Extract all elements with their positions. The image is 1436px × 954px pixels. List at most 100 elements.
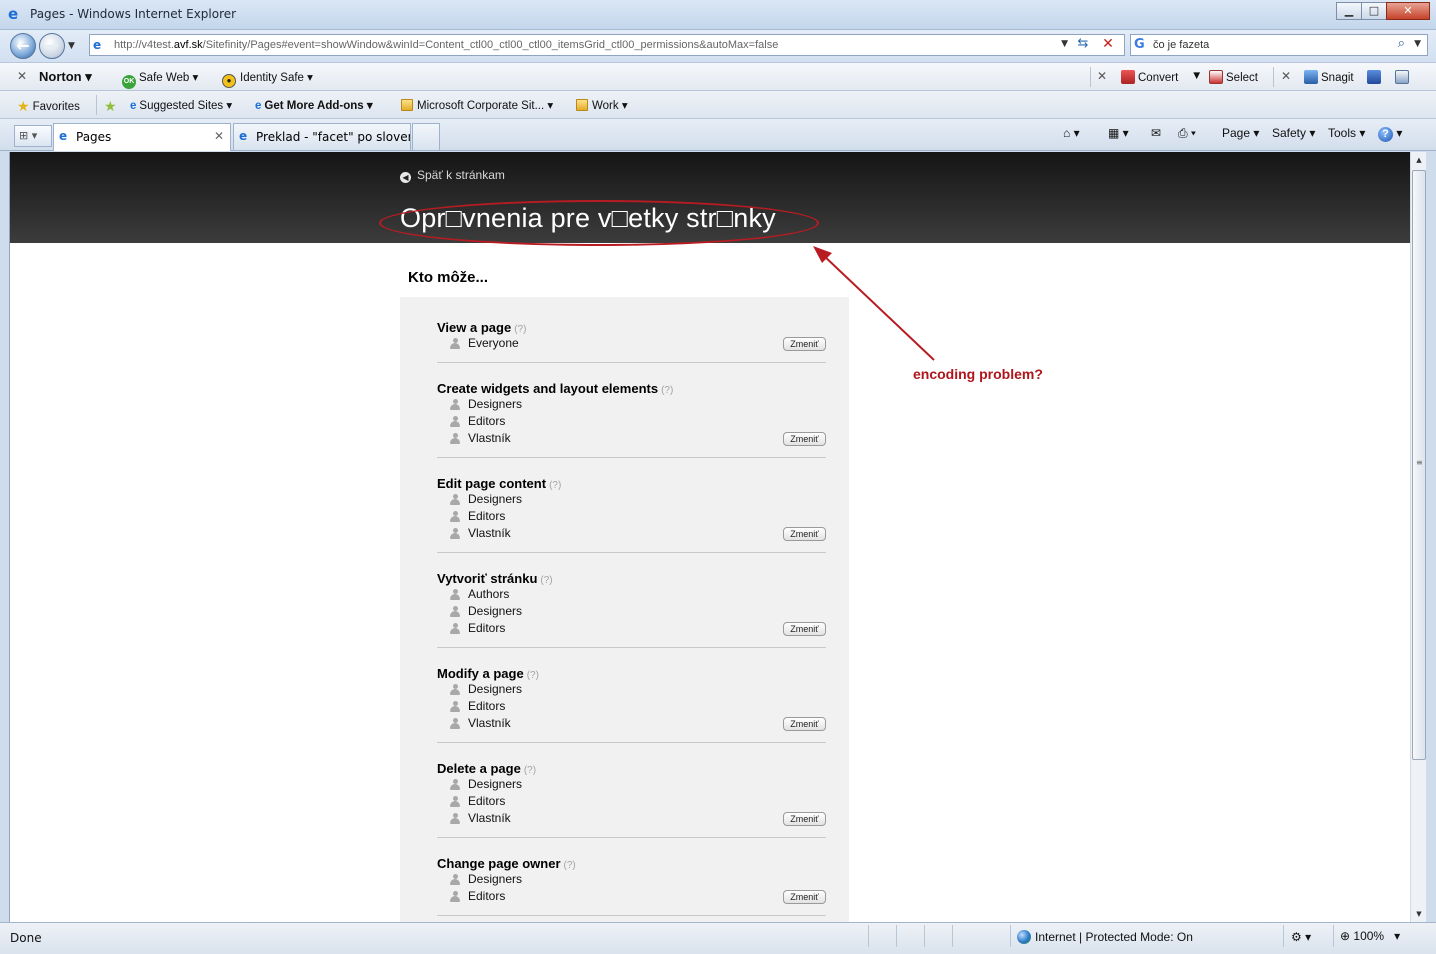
stop-icon[interactable]: ✕ xyxy=(1098,36,1118,54)
tools-menu[interactable]: Tools ▾ xyxy=(1328,126,1365,140)
close-toolbar-icon[interactable]: ✕ xyxy=(17,69,27,83)
help-marker[interactable]: (?) xyxy=(661,385,673,396)
minimize-button[interactable]: ▁ xyxy=(1336,2,1362,20)
favorite-link-suggested-sites[interactable]: e Suggested Sites ▾ xyxy=(130,98,232,112)
change-permission-button[interactable]: Zmeniť xyxy=(783,527,826,541)
quick-tabs-button[interactable]: ⊞ ▾ xyxy=(14,125,52,147)
ie-page-icon: e xyxy=(130,100,137,112)
norton-menu[interactable]: Norton ▾ xyxy=(39,69,92,85)
close-convert-toolbar-icon[interactable]: ✕ xyxy=(1097,69,1107,83)
user-group-icon xyxy=(448,623,462,634)
back-to-pages-link[interactable]: ◀ Späť k stránkam xyxy=(400,168,505,183)
close-tab-icon[interactable]: ✕ xyxy=(214,129,224,143)
help-menu[interactable]: ? ▾ xyxy=(1378,126,1402,142)
change-permission-button[interactable]: Zmeniť xyxy=(783,622,826,636)
permission-block: Modify a page (?) Designers Editors Vlastník… xyxy=(437,666,826,743)
favorite-link-get-more-addons[interactable]: e Get More Add-ons ▾ xyxy=(255,98,373,112)
snagit-capture-icon[interactable] xyxy=(1367,70,1384,84)
safety-menu[interactable]: Safety ▾ xyxy=(1272,126,1315,140)
address-url[interactable]: http://v4test.avf.sk/Sitefinity/Pages#ev… xyxy=(114,39,778,51)
annotation-ellipse xyxy=(379,200,819,246)
status-divider xyxy=(1283,925,1284,947)
tab-label: Preklad - "facet" po sloven... xyxy=(256,130,411,144)
back-button[interactable]: ← xyxy=(10,33,36,59)
convert-dropdown-icon[interactable]: ▼ xyxy=(1191,70,1202,82)
search-options-dropdown-icon[interactable]: ▼ xyxy=(1414,39,1421,49)
address-bar[interactable]: e http://v4test.avf.sk/Sitefinity/Pages#… xyxy=(89,34,1125,56)
help-marker[interactable]: (?) xyxy=(549,480,561,491)
favorite-folder-microsoft[interactable]: Microsoft Corporate Sit... ▾ xyxy=(401,98,553,112)
group-name: Everyone xyxy=(468,336,519,350)
permission-group-row: Editors xyxy=(437,888,826,905)
permission-title-text: Change page owner xyxy=(437,856,561,871)
change-permission-button[interactable]: Zmeniť xyxy=(783,890,826,904)
search-icon[interactable]: ⌕ xyxy=(1398,36,1405,51)
ie-page-icon: e xyxy=(255,100,262,112)
group-name: Editors xyxy=(468,414,506,428)
change-permission-button[interactable]: Zmeniť xyxy=(783,717,826,731)
page-icon: e xyxy=(93,38,102,52)
safe-web-menu[interactable]: OK Safe Web ▾ xyxy=(122,70,198,89)
safe-web-ok-icon: OK xyxy=(122,75,136,89)
help-marker[interactable]: (?) xyxy=(514,324,526,335)
select-button[interactable]: Select xyxy=(1209,70,1258,84)
convert-button[interactable]: Convert xyxy=(1121,70,1178,84)
permission-group-row: Editors xyxy=(437,793,826,810)
scrollbar-thumb[interactable]: ≡ xyxy=(1412,170,1426,760)
toolbar-divider xyxy=(1090,67,1091,87)
user-group-icon xyxy=(448,718,462,729)
recent-pages-dropdown-icon[interactable]: ▼ xyxy=(68,41,75,51)
help-marker[interactable]: (?) xyxy=(540,575,552,586)
page-menu[interactable]: Page ▾ xyxy=(1222,126,1259,140)
group-name: Designers xyxy=(468,604,523,618)
search-input[interactable] xyxy=(1153,37,1383,53)
protected-mode-settings-icon[interactable]: ⚙ ▾ xyxy=(1291,930,1311,944)
annotation-text: encoding problem? xyxy=(913,366,1043,382)
address-toolbar: ← → ▼ e http://v4test.avf.sk/Sitefinity/… xyxy=(0,30,1436,62)
user-group-icon xyxy=(448,891,462,902)
help-marker[interactable]: (?) xyxy=(524,765,536,776)
permission-title-text: Vytvoriť stránku xyxy=(437,571,538,586)
zoom-level[interactable]: ⊕ 100% ▾ xyxy=(1340,929,1400,943)
address-dropdown-icon[interactable]: ▼ xyxy=(1061,39,1068,49)
forward-button[interactable]: → xyxy=(39,33,65,59)
tab-preklad[interactable]: e Preklad - "facet" po sloven... xyxy=(233,123,411,150)
identity-safe-menu[interactable]: ● Identity Safe ▾ xyxy=(222,70,313,88)
scroll-down-icon[interactable]: ▼ xyxy=(1411,906,1427,922)
user-group-icon xyxy=(448,494,462,505)
add-to-favorites-icon[interactable]: ★ xyxy=(104,98,120,115)
close-snagit-toolbar-icon[interactable]: ✕ xyxy=(1281,69,1291,83)
print-icon[interactable]: ⎙ ▾ xyxy=(1178,126,1196,141)
scroll-up-icon[interactable]: ▲ xyxy=(1411,152,1427,168)
help-marker[interactable]: (?) xyxy=(527,670,539,681)
permission-title: View a page (?) xyxy=(437,320,826,335)
feeds-icon[interactable]: ▦ ▾ xyxy=(1108,126,1129,140)
status-divider xyxy=(1010,925,1011,947)
vertical-scrollbar[interactable]: ▲ ≡ ▼ xyxy=(1410,152,1426,922)
home-icon[interactable]: ⌂ ▾ xyxy=(1063,126,1080,140)
read-mail-icon[interactable]: ✉ xyxy=(1151,126,1161,140)
globe-icon xyxy=(1017,930,1031,944)
group-name: Designers xyxy=(468,397,523,411)
permission-group-row: Authors xyxy=(437,586,826,603)
refresh-icon[interactable]: ⇆ xyxy=(1072,36,1094,54)
tab-pages[interactable]: e Pages ✕ xyxy=(53,123,231,151)
security-zone[interactable]: Internet | Protected Mode: On xyxy=(1017,930,1193,944)
window-titlebar: e Pages - Windows Internet Explorer ▁ □ … xyxy=(0,0,1436,30)
ie-page-icon: e xyxy=(239,129,248,143)
maximize-button[interactable]: □ xyxy=(1361,2,1387,20)
favorite-folder-work[interactable]: Work ▾ xyxy=(576,98,628,112)
toolbar-divider xyxy=(1273,67,1274,87)
help-marker[interactable]: (?) xyxy=(564,860,576,871)
search-box[interactable]: G ⌕ ▼ xyxy=(1130,34,1428,56)
change-permission-button[interactable]: Zmeniť xyxy=(783,432,826,446)
new-tab-button[interactable] xyxy=(412,123,440,150)
permission-title: Vytvoriť stránku (?) xyxy=(437,571,826,586)
favorites-button[interactable]: ★ Favorites xyxy=(17,98,80,115)
permission-group-row: Designers xyxy=(437,776,826,793)
snagit-editor-icon[interactable] xyxy=(1395,70,1412,84)
close-window-button[interactable]: ✕ xyxy=(1386,2,1430,20)
change-permission-button[interactable]: Zmeniť xyxy=(783,337,826,351)
change-permission-button[interactable]: Zmeniť xyxy=(783,812,826,826)
snagit-button[interactable]: Snagit xyxy=(1304,70,1354,84)
